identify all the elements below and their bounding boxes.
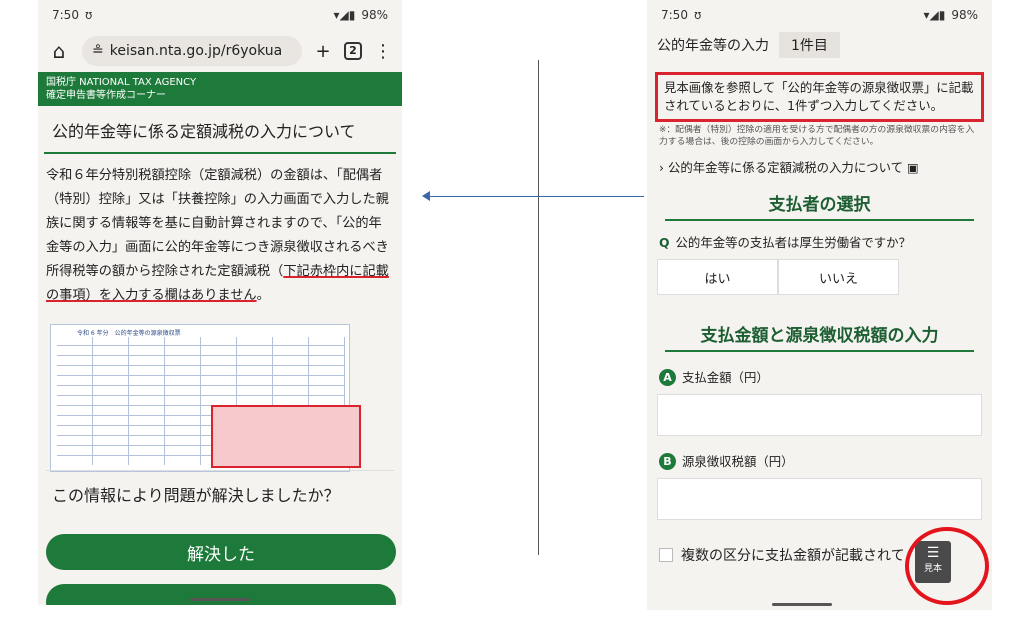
question-mark-label: Q: [659, 235, 670, 250]
explanation-text: 令和６年分特別税額控除（定額減税）の金額は、「配偶者（特別）控除」又は「扶養控除…: [38, 154, 402, 318]
payment-amount-text: 支払金額（円）: [682, 370, 769, 385]
page-title: 公的年金等に係る定額減税の入力について: [44, 106, 396, 154]
gesture-bar: [772, 603, 832, 606]
notification-icon: ʊ: [693, 8, 702, 22]
external-window-icon: ▣: [907, 159, 919, 175]
status-bar: 7:50 ʊ ▾◢▮ 98%: [647, 0, 992, 30]
site-header[interactable]: 国税庁 NATIONAL TAX AGENCY 確定申告書等作成コーナー: [38, 72, 402, 106]
browser-toolbar: ⌂ ≗ keisan.nta.go.jp/r6yokua + 2 ⋮: [38, 30, 402, 72]
explanation-end: 。: [256, 288, 270, 303]
instruction-note: ※：配偶者（特別）控除の適用を受ける方で配偶者の方の源泉徴収票の内容を入力する場…: [659, 125, 975, 147]
multiple-category-checkbox-row[interactable]: 複数の区分に支払金額が記載されて: [659, 545, 905, 565]
checkbox-label: 複数の区分に支払金額が記載されて: [681, 548, 905, 564]
info-link[interactable]: › 公的年金等に係る定額減税の入力について ▣: [647, 148, 992, 186]
sample-title: 令和 6 年分 公的年金等の源泉徴収票: [77, 330, 181, 337]
withholding-tax-input[interactable]: [657, 478, 982, 520]
withholding-tax-text: 源泉徴収税額（円）: [682, 454, 794, 469]
notification-icon: ʊ: [84, 8, 93, 22]
chevron-right-icon: ›: [659, 159, 664, 175]
new-tab-icon[interactable]: +: [312, 41, 334, 62]
resolved-button[interactable]: 解決した: [46, 534, 396, 570]
arrow-head-icon: [422, 191, 430, 201]
sample-highlight-box: [211, 405, 361, 468]
payment-amount-input[interactable]: [657, 394, 982, 436]
divider: [46, 470, 394, 471]
sample-withholding-slip-image: 令和 6 年分 公的年金等の源泉徴収票: [50, 324, 361, 472]
no-button[interactable]: いいえ: [778, 259, 899, 295]
form-header: 公的年金等の入力 1件目: [647, 30, 992, 60]
payer-question: Q 公的年金等の支払者は厚生労働省ですか？: [647, 221, 992, 259]
signal-icon: ▾◢▮: [923, 8, 946, 22]
feedback-question: この情報により問題が解決しましたか？: [52, 486, 340, 505]
highlight-circle: [905, 527, 989, 605]
payer-question-text: 公的年金等の支払者は厚生労働省ですか？: [675, 235, 911, 250]
home-icon[interactable]: ⌂: [46, 39, 72, 63]
clock: 7:50: [661, 8, 688, 22]
arrow-connector: [428, 196, 644, 197]
yes-button[interactable]: はい: [657, 259, 778, 295]
tab-switcher-button[interactable]: 2: [344, 42, 362, 60]
clock: 7:50: [52, 8, 79, 22]
not-resolved-button[interactable]: [46, 584, 396, 605]
form-heading: 公的年金等の入力: [657, 38, 769, 54]
address-bar[interactable]: ≗ keisan.nta.go.jp/r6yokua: [82, 36, 302, 66]
section-title-amounts: 支払金額と源泉徴収税額の入力: [665, 321, 974, 352]
menu-icon[interactable]: ⋮: [372, 41, 394, 62]
battery-level: 98%: [361, 8, 388, 22]
gesture-bar: [190, 598, 250, 601]
withholding-tax-label: B 源泉徴収税額（円）: [647, 452, 992, 470]
status-bar: 7:50 ʊ ▾◢▮ 98%: [38, 0, 402, 30]
explanation-part1: 令和６年分特別税額控除（定額減税）の金額は、「配偶者（特別）控除」又は「扶養控除…: [46, 168, 389, 279]
separator-line: [538, 60, 539, 555]
info-link-text: 公的年金等に係る定額減税の入力について: [667, 160, 904, 175]
yes-no-toggle: はい いいえ: [657, 259, 899, 295]
agency-name: 国税庁 NATIONAL TAX AGENCY: [46, 77, 197, 88]
right-phone-screen: 7:50 ʊ ▾◢▮ 98% 公的年金等の入力 1件目 見本画像を参照して「公的年金…: [647, 0, 992, 610]
site-info-icon[interactable]: ≗: [92, 43, 104, 59]
site-subtitle: 確定申告書等作成コーナー: [46, 90, 166, 101]
checkbox[interactable]: [659, 548, 673, 562]
battery-level: 98%: [951, 8, 978, 22]
field-b-badge: B: [659, 452, 676, 470]
payment-amount-label: A 支払金額（円）: [647, 368, 992, 386]
signal-icon: ▾◢▮: [333, 8, 356, 22]
entry-count-badge: 1件目: [779, 32, 840, 58]
url-text: keisan.nta.go.jp/r6yokua: [109, 43, 283, 59]
section-title-payer: 支払者の選択: [665, 190, 974, 221]
instruction-notice: 見本画像を参照して「公的年金等の源泉徴収票」に記載されているとおりに、1件ずつ入…: [655, 72, 984, 122]
left-phone-screen: 7:50 ʊ ▾◢▮ 98% ⌂ ≗ keisan.nta.go.jp/r6yoku…: [38, 0, 402, 605]
field-a-badge: A: [659, 368, 676, 386]
